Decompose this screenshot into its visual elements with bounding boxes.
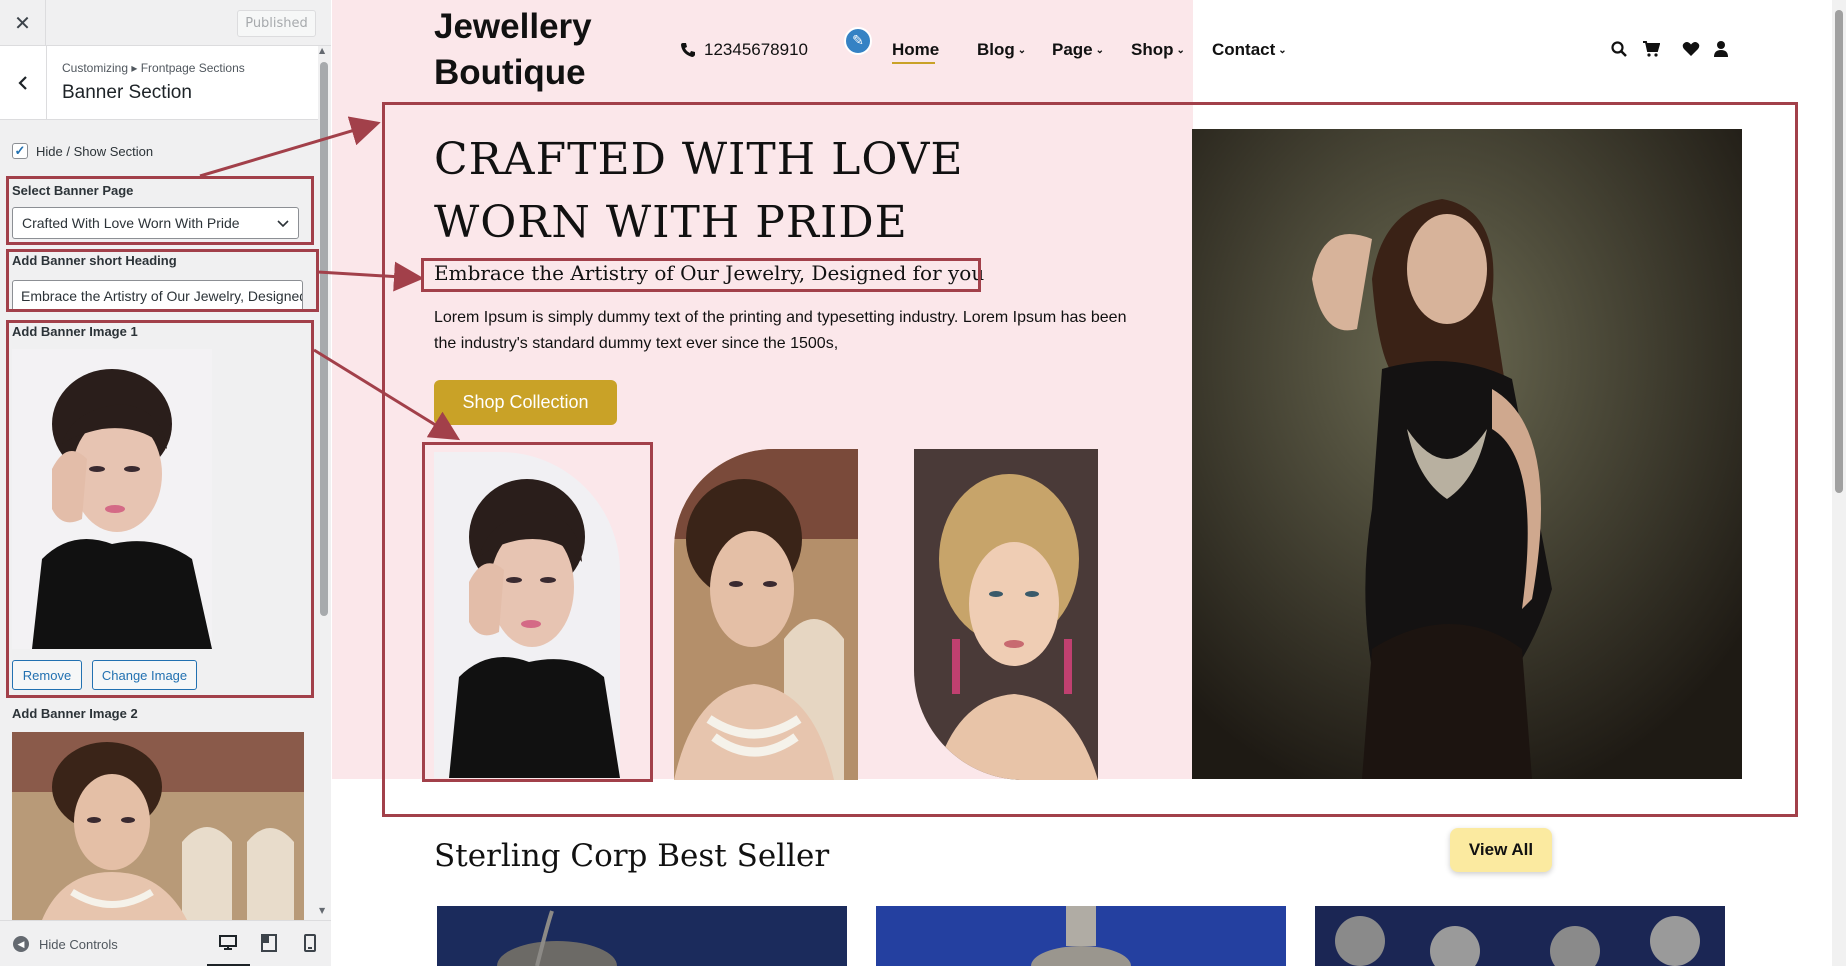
bestseller-title: Sterling Corp Best Seller: [434, 838, 830, 874]
nav-contact[interactable]: Contact ⌄: [1212, 40, 1287, 60]
hide-controls-button[interactable]: ◀ Hide Controls: [13, 936, 118, 952]
nav-blog-label: Blog: [977, 40, 1015, 59]
brand-line-2: Boutique: [434, 53, 586, 92]
chevron-down-icon: [277, 220, 289, 228]
banner-image-1-label: Add Banner Image 1: [12, 324, 138, 339]
hero-title: CRAFTED WITH LOVE WORN WITH PRIDE: [434, 128, 1034, 254]
remove-image-button[interactable]: Remove: [12, 660, 82, 690]
header-phone[interactable]: 12345678910: [680, 40, 808, 60]
hero-main-image: [1192, 129, 1742, 779]
change-image-button[interactable]: Change Image: [92, 660, 197, 690]
portrait-blonde-woman-image: [914, 449, 1098, 780]
short-heading-input[interactable]: Embrace the Artistry of Our Jewelry, Des…: [12, 280, 303, 312]
nav-home-label: Home: [892, 40, 940, 59]
view-all-button[interactable]: View All: [1450, 828, 1552, 872]
select-banner-page-label: Select Banner Page: [12, 183, 134, 198]
short-heading-label: Add Banner short Heading: [12, 253, 177, 268]
customizer-header: ✕ Published: [0, 0, 331, 46]
breadcrumb: Customizing ▸ Frontpage Sections: [62, 61, 245, 75]
back-button[interactable]: [0, 46, 47, 120]
close-customizer-button[interactable]: ✕: [0, 0, 46, 46]
nav-page-label: Page: [1052, 40, 1093, 59]
product-card-3[interactable]: [1315, 906, 1725, 966]
hide-controls-label: Hide Controls: [39, 936, 118, 952]
search-icon[interactable]: [1610, 40, 1628, 58]
chevron-down-icon: ⌄: [1176, 44, 1185, 56]
portrait-woman-pearls-image: [674, 449, 858, 780]
shop-collection-button[interactable]: Shop Collection: [434, 380, 617, 425]
customizer-panel: ✕ Published Customizing ▸ Frontpage Sect…: [0, 0, 331, 966]
product-card-2[interactable]: [876, 906, 1286, 966]
scroll-down-icon[interactable]: ▼: [319, 906, 325, 915]
publish-button[interactable]: Published: [237, 10, 316, 37]
phone-number: 12345678910: [704, 40, 809, 59]
user-icon[interactable]: [1712, 40, 1730, 58]
panel-scrollbar-thumb[interactable]: [320, 62, 328, 616]
edit-shortcut-icon[interactable]: ✎: [844, 27, 872, 55]
hero-image-1: [434, 452, 620, 778]
tablet-icon[interactable]: [259, 933, 279, 953]
hero-title-line-1: CRAFTED WITH LOVE: [434, 134, 964, 185]
phone-icon: [681, 43, 695, 57]
page-scrollbar-thumb[interactable]: [1835, 10, 1843, 493]
portrait-woman-image: [12, 349, 212, 649]
chevron-down-icon: ⌄: [1017, 44, 1027, 56]
site-preview: Jewellery Boutique 12345678910 ✎ Home Bl…: [332, 0, 1832, 966]
banner-page-select-value: Crafted With Love Worn With Pride: [22, 215, 240, 231]
hero-image-3: [914, 449, 1098, 780]
portrait-woman-pearls-image: [12, 732, 304, 920]
hero-image-2: [674, 449, 858, 780]
brand-line-1: Jewellery: [434, 7, 592, 46]
product-card-1[interactable]: [437, 906, 847, 966]
product-image: [1315, 906, 1725, 966]
nav-shop-label: Shop: [1131, 40, 1174, 59]
chevron-down-icon: ⌄: [1278, 44, 1287, 56]
chevron-down-icon: ⌄: [1095, 44, 1105, 56]
hide-show-label: Hide / Show Section: [36, 143, 154, 159]
section-title: Banner Section: [62, 82, 192, 103]
banner-image-2-label: Add Banner Image 2: [12, 706, 138, 721]
hero-description: Lorem Ipsum is simply dummy text of the …: [434, 309, 1127, 352]
product-image: [437, 906, 847, 966]
nav-shop[interactable]: Shop ⌄: [1131, 40, 1185, 60]
hide-show-checkbox[interactable]: ✓: [12, 143, 28, 159]
chevron-left-icon: [18, 76, 27, 90]
nav-blog[interactable]: Blog ⌄: [977, 40, 1026, 60]
product-image: [876, 906, 1286, 966]
portrait-woman-image: [434, 452, 620, 778]
hide-show-section-control[interactable]: ✓ Hide / Show Section: [12, 143, 153, 159]
hero-title-line-2: WORN WITH PRIDE: [434, 197, 908, 248]
collapse-icon: ◀: [13, 936, 29, 952]
close-icon: ✕: [14, 11, 31, 35]
hero-subheading: Embrace the Artistry of Our Jewelry, Des…: [434, 261, 985, 285]
scroll-up-icon[interactable]: ▲: [319, 46, 325, 55]
nav-home[interactable]: Home: [892, 40, 939, 60]
banner-page-select[interactable]: Crafted With Love Worn With Pride: [12, 207, 299, 239]
banner-image-1-preview[interactable]: [12, 349, 212, 649]
nav-active-underline: [892, 62, 935, 64]
site-logo[interactable]: Jewellery Boutique: [434, 4, 634, 96]
heart-icon[interactable]: [1682, 40, 1700, 58]
nav-contact-label: Contact: [1212, 40, 1276, 59]
mobile-icon[interactable]: [300, 933, 320, 953]
desktop-icon[interactable]: [218, 933, 238, 953]
section-header: Customizing ▸ Frontpage Sections Banner …: [0, 46, 318, 120]
customizer-footer: ◀ Hide Controls: [0, 920, 331, 966]
banner-image-2-preview[interactable]: [12, 732, 304, 920]
woman-black-dress-image: [1192, 129, 1742, 779]
cart-icon[interactable]: [1642, 40, 1660, 58]
nav-page[interactable]: Page ⌄: [1052, 40, 1104, 60]
